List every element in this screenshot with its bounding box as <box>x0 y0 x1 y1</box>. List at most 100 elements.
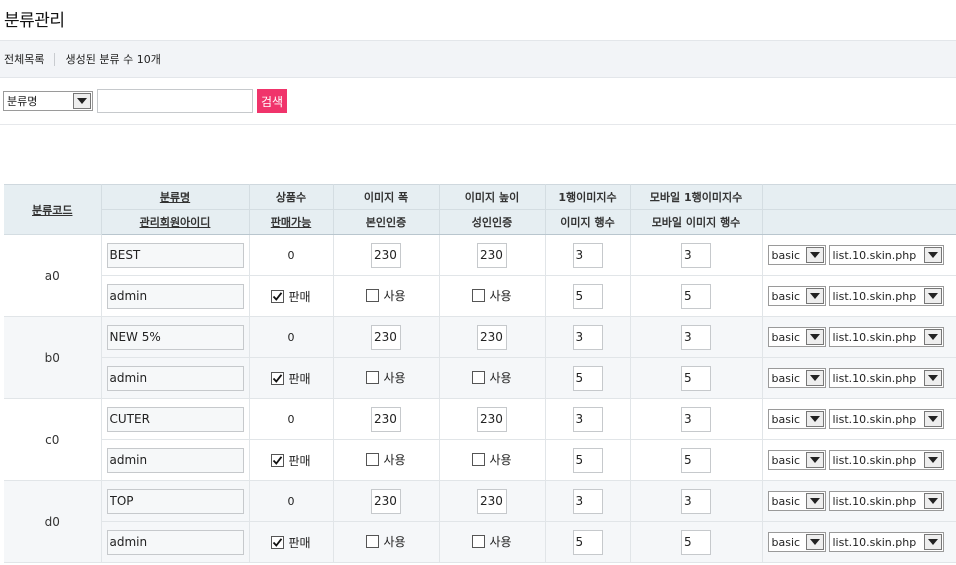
sale-cell: 판매 <box>249 275 334 317</box>
images-per-row-input[interactable] <box>572 488 603 514</box>
mobile-skin-file-select[interactable]: list.10.skin.php <box>828 286 944 306</box>
skin-select[interactable]: basic <box>767 491 826 511</box>
admin-id-input[interactable] <box>106 529 244 555</box>
adult-checkbox-box[interactable] <box>472 289 486 302</box>
image-width-input[interactable] <box>371 242 401 268</box>
header-image-height: 이미지 높이 <box>439 184 546 210</box>
table-row: b0 0 basic list.10.skin.php <box>4 316 956 399</box>
image-height-cell <box>439 480 546 522</box>
sale-checkbox-box[interactable] <box>271 535 285 549</box>
name-cell <box>101 234 250 276</box>
skin-select[interactable]: basic <box>767 245 826 265</box>
images-per-row-cell <box>545 234 631 276</box>
header-identity-check: 본인인증 <box>333 209 440 235</box>
chevron-down-icon <box>923 534 942 550</box>
mobile-skin-select[interactable]: basic <box>767 286 826 306</box>
image-rows-input[interactable] <box>572 283 603 309</box>
admin-id-input[interactable] <box>106 447 244 473</box>
category-name-input[interactable] <box>106 406 244 432</box>
all-list-link[interactable]: 전체목록 <box>4 51 44 67</box>
category-name-input[interactable] <box>106 242 244 268</box>
skin-file-select[interactable]: list.10.skin.php <box>828 491 944 511</box>
identity-checkbox-box[interactable] <box>366 535 380 548</box>
adult-checkbox[interactable]: 사용 <box>472 451 512 468</box>
chevron-down-icon <box>923 411 942 427</box>
adult-checkbox-box[interactable] <box>472 371 486 384</box>
header-sale-available[interactable]: 판매가능 <box>249 209 334 235</box>
image-height-input[interactable] <box>477 242 507 268</box>
mobile-images-per-row-input[interactable] <box>681 406 711 432</box>
mobile-skin-file-select[interactable]: list.10.skin.php <box>828 368 944 388</box>
skin-file-select[interactable]: list.10.skin.php <box>828 245 944 265</box>
skin-select[interactable]: basic <box>767 409 826 429</box>
mobile-images-per-row-input[interactable] <box>681 488 711 514</box>
mobile-skin-file-select[interactable]: list.10.skin.php <box>828 450 944 470</box>
image-height-input[interactable] <box>477 324 507 350</box>
mobile-skin-select[interactable]: basic <box>767 532 826 552</box>
image-width-input[interactable] <box>371 406 401 432</box>
skin-select[interactable]: basic <box>767 327 826 347</box>
identity-checkbox[interactable]: 사용 <box>366 369 406 386</box>
sale-checkbox[interactable]: 판매 <box>271 370 311 387</box>
adult-checkbox-box[interactable] <box>472 453 486 466</box>
identity-checkbox-box[interactable] <box>366 289 380 302</box>
sale-checkbox[interactable]: 판매 <box>271 534 311 551</box>
image-rows-input[interactable] <box>572 365 603 391</box>
adult-checkbox[interactable]: 사용 <box>472 533 512 550</box>
search-input[interactable] <box>97 89 253 113</box>
adult-cell: 사용 <box>439 275 546 317</box>
header-category-name[interactable]: 분류명 <box>101 184 250 210</box>
mobile-images-per-row-input[interactable] <box>681 242 711 268</box>
image-height-cell <box>439 234 546 276</box>
skin-file-select-value: list.10.skin.php <box>832 330 917 344</box>
image-rows-input[interactable] <box>572 529 603 555</box>
search-button[interactable]: 검색 <box>257 89 288 113</box>
sale-checkbox-box[interactable] <box>271 289 285 303</box>
identity-checkbox[interactable]: 사용 <box>366 533 406 550</box>
identity-checkbox-box[interactable] <box>366 371 380 384</box>
sale-checkbox[interactable]: 판매 <box>271 288 311 305</box>
skin-cell: basic list.10.skin.php <box>762 234 956 276</box>
mobile-image-rows-input[interactable] <box>681 283 711 309</box>
sale-checkbox[interactable]: 판매 <box>271 452 311 469</box>
image-height-input[interactable] <box>477 488 507 514</box>
identity-cell: 사용 <box>333 439 440 481</box>
image-rows-input[interactable] <box>572 447 603 473</box>
adult-checkbox-box[interactable] <box>472 535 486 548</box>
admin-id-input[interactable] <box>106 365 244 391</box>
image-width-cell <box>333 398 440 440</box>
category-name-input[interactable] <box>106 488 244 514</box>
images-per-row-input[interactable] <box>572 242 603 268</box>
mobile-images-per-row-input[interactable] <box>681 324 711 350</box>
mobile-skin-file-select[interactable]: list.10.skin.php <box>828 532 944 552</box>
mobile-image-rows-cell <box>630 357 763 399</box>
mobile-image-rows-input[interactable] <box>681 529 711 555</box>
header-skin <box>762 184 956 210</box>
identity-checkbox-box[interactable] <box>366 453 380 466</box>
image-width-input[interactable] <box>371 324 401 350</box>
identity-cell: 사용 <box>333 275 440 317</box>
mobile-image-rows-input[interactable] <box>681 365 711 391</box>
search-field-select[interactable]: 분류명 <box>3 91 93 111</box>
category-table: 분류코드 분류명 상품수 이미지 폭 이미지 높이 1행이미지수 모바일 1행이… <box>4 184 956 563</box>
identity-checkbox[interactable]: 사용 <box>366 287 406 304</box>
adult-checkbox[interactable]: 사용 <box>472 369 512 386</box>
image-height-input[interactable] <box>477 406 507 432</box>
identity-checkbox[interactable]: 사용 <box>366 451 406 468</box>
mobile-skin-select[interactable]: basic <box>767 450 826 470</box>
images-per-row-input[interactable] <box>572 406 603 432</box>
admin-id-input[interactable] <box>106 283 244 309</box>
images-per-row-input[interactable] <box>572 324 603 350</box>
image-width-input[interactable] <box>371 488 401 514</box>
header-admin-id[interactable]: 관리회원아이디 <box>101 209 250 235</box>
category-name-input[interactable] <box>106 324 244 350</box>
skin-file-select[interactable]: list.10.skin.php <box>828 409 944 429</box>
header-category-code[interactable]: 분류코드 <box>4 184 102 235</box>
sale-checkbox-box[interactable] <box>271 453 285 467</box>
mobile-image-rows-cell <box>630 275 763 317</box>
mobile-image-rows-input[interactable] <box>681 447 711 473</box>
adult-checkbox[interactable]: 사용 <box>472 287 512 304</box>
sale-checkbox-box[interactable] <box>271 371 285 385</box>
skin-file-select[interactable]: list.10.skin.php <box>828 327 944 347</box>
mobile-skin-select[interactable]: basic <box>767 368 826 388</box>
